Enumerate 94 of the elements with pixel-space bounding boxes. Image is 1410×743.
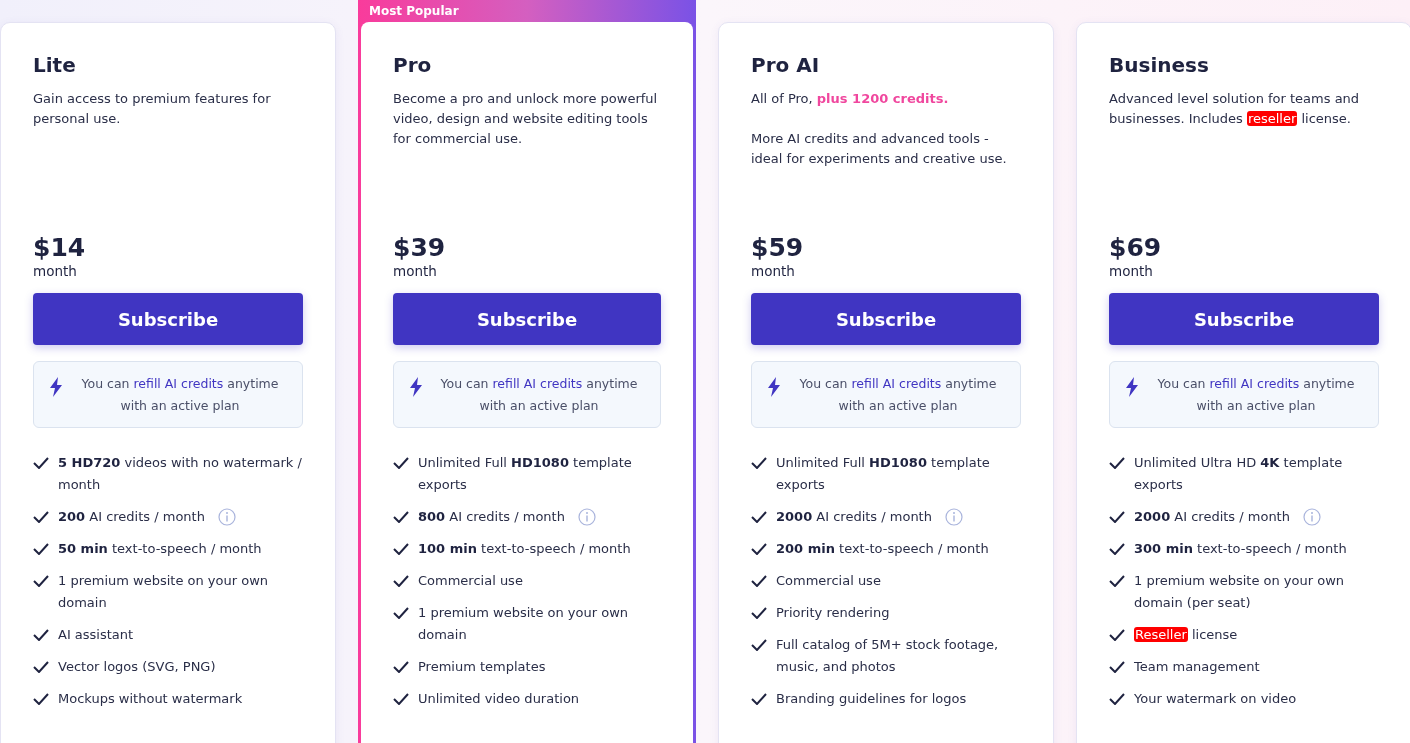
feature-text: 2000 AI credits / month	[1134, 508, 1290, 526]
feature-text: 800 AI credits / month	[418, 508, 565, 526]
lightning-icon	[410, 377, 422, 397]
refill-credits-link[interactable]: refill AI credits	[133, 376, 224, 391]
refill-credits-link[interactable]: refill AI credits	[851, 376, 942, 391]
feature-text: Commercial use	[776, 572, 881, 590]
plan-description: Advanced level solution for teams and businesses. Includes reseller license.	[1109, 90, 1361, 128]
billing-period: month	[1109, 263, 1154, 279]
refill-note-text: You can refill AI credits anytime with an active plan	[798, 375, 998, 415]
check-icon	[393, 511, 409, 523]
feature-text: 100 min text-to-speech / month	[418, 540, 631, 558]
check-icon	[33, 629, 49, 641]
check-icon	[393, 661, 409, 673]
check-icon	[1109, 629, 1125, 641]
check-icon	[1109, 693, 1125, 705]
feature-text: AI assistant	[58, 626, 134, 644]
check-icon	[751, 511, 767, 523]
billing-period: month	[751, 263, 796, 279]
feature-text: Unlimited video duration	[418, 690, 580, 708]
feature-text: 1 premium website on your own domain	[418, 604, 630, 644]
subscribe-button[interactable]: Subscribe	[1109, 293, 1379, 345]
check-icon	[1109, 543, 1125, 555]
feature-text: Unlimited Full HD1080 template exports	[418, 454, 633, 494]
subscribe-button[interactable]: Subscribe	[751, 293, 1021, 345]
feature-text: Unlimited Ultra HD 4K template exports	[1134, 454, 1344, 494]
feature-text: Mockups without watermark	[58, 690, 243, 708]
check-icon	[393, 575, 409, 587]
plan-description: All of Pro, plus 1200 credits.	[751, 90, 950, 108]
feature-text: Commercial use	[418, 572, 523, 590]
info-icon[interactable]	[944, 508, 963, 526]
plan-price: $59	[751, 233, 805, 263]
feature-text: Your watermark on video	[1134, 690, 1297, 708]
lightning-icon	[1126, 377, 1138, 397]
feature-text: Unlimited Full HD1080 template exports	[776, 454, 991, 494]
billing-period: month	[393, 263, 438, 279]
check-icon	[1109, 511, 1125, 523]
feature-text: Team management	[1134, 658, 1260, 676]
plan-price: $14	[33, 233, 87, 263]
feature-text: 300 min text-to-speech / month	[1134, 540, 1347, 558]
plan-description: More AI credits and advanced tools - ideal for experiments and creative use.	[751, 130, 1008, 168]
refill-credits-link[interactable]: refill AI credits	[1209, 376, 1300, 391]
feature-text: 200 min text-to-speech / month	[776, 540, 989, 558]
check-icon	[393, 607, 409, 619]
check-icon	[751, 457, 767, 469]
feature-text: 5 HD720 videos with no watermark / month	[58, 454, 303, 494]
feature-text: 1 premium website on your own domain (per seat)	[1134, 572, 1346, 612]
check-icon	[751, 693, 767, 705]
check-icon	[33, 511, 49, 523]
feature-text: Priority rendering	[776, 604, 890, 622]
check-icon	[1109, 457, 1125, 469]
info-icon[interactable]	[1302, 508, 1321, 526]
check-icon	[393, 543, 409, 555]
refill-note-text: You can refill AI credits anytime with an active plan	[80, 375, 280, 415]
feature-text: Full catalog of 5M+ stock footage, music, and photos	[776, 636, 1000, 676]
refill-credits-link[interactable]: refill AI credits	[492, 376, 583, 391]
feature-text: 200 AI credits / month	[58, 508, 205, 526]
check-icon	[33, 457, 49, 469]
subscribe-button[interactable]: Subscribe	[393, 293, 661, 345]
plan-title: Lite	[33, 53, 77, 77]
plan-price: $69	[1109, 233, 1163, 263]
most-popular-label: Most Popular	[368, 3, 460, 20]
plan-price: $39	[393, 233, 447, 263]
refill-note-text: You can refill AI credits anytime with an active plan	[439, 375, 639, 415]
check-icon	[1109, 661, 1125, 673]
check-icon	[33, 693, 49, 705]
check-icon	[751, 575, 767, 587]
info-icon[interactable]	[577, 508, 596, 526]
feature-text: Reseller license	[1134, 626, 1238, 644]
check-icon	[751, 607, 767, 619]
check-icon	[33, 543, 49, 555]
check-icon	[751, 639, 767, 651]
plan-description: Become a pro and unlock more powerful video, design and website editing tools for commercial use.	[393, 90, 659, 148]
feature-text: 50 min text-to-speech / month	[58, 540, 262, 558]
plan-description: Gain access to premium features for personal use.	[33, 90, 272, 128]
feature-text: 2000 AI credits / month	[776, 508, 932, 526]
plan-title: Pro AI	[751, 53, 821, 77]
check-icon	[33, 661, 49, 673]
info-icon[interactable]	[217, 508, 236, 526]
feature-text: Premium templates	[418, 658, 546, 676]
plan-title: Business	[1109, 53, 1210, 77]
check-icon	[751, 543, 767, 555]
billing-period: month	[33, 263, 78, 279]
check-icon	[1109, 575, 1125, 587]
plan-title: Pro	[393, 53, 433, 77]
feature-text: Branding guidelines for logos	[776, 690, 967, 708]
check-icon	[393, 693, 409, 705]
feature-text: 1 premium website on your own domain	[58, 572, 270, 612]
refill-note-text: You can refill AI credits anytime with an active plan	[1156, 375, 1356, 415]
feature-text: Vector logos (SVG, PNG)	[58, 658, 216, 676]
subscribe-button[interactable]: Subscribe	[33, 293, 303, 345]
lightning-icon	[50, 377, 62, 397]
check-icon	[393, 457, 409, 469]
check-icon	[33, 575, 49, 587]
lightning-icon	[768, 377, 780, 397]
